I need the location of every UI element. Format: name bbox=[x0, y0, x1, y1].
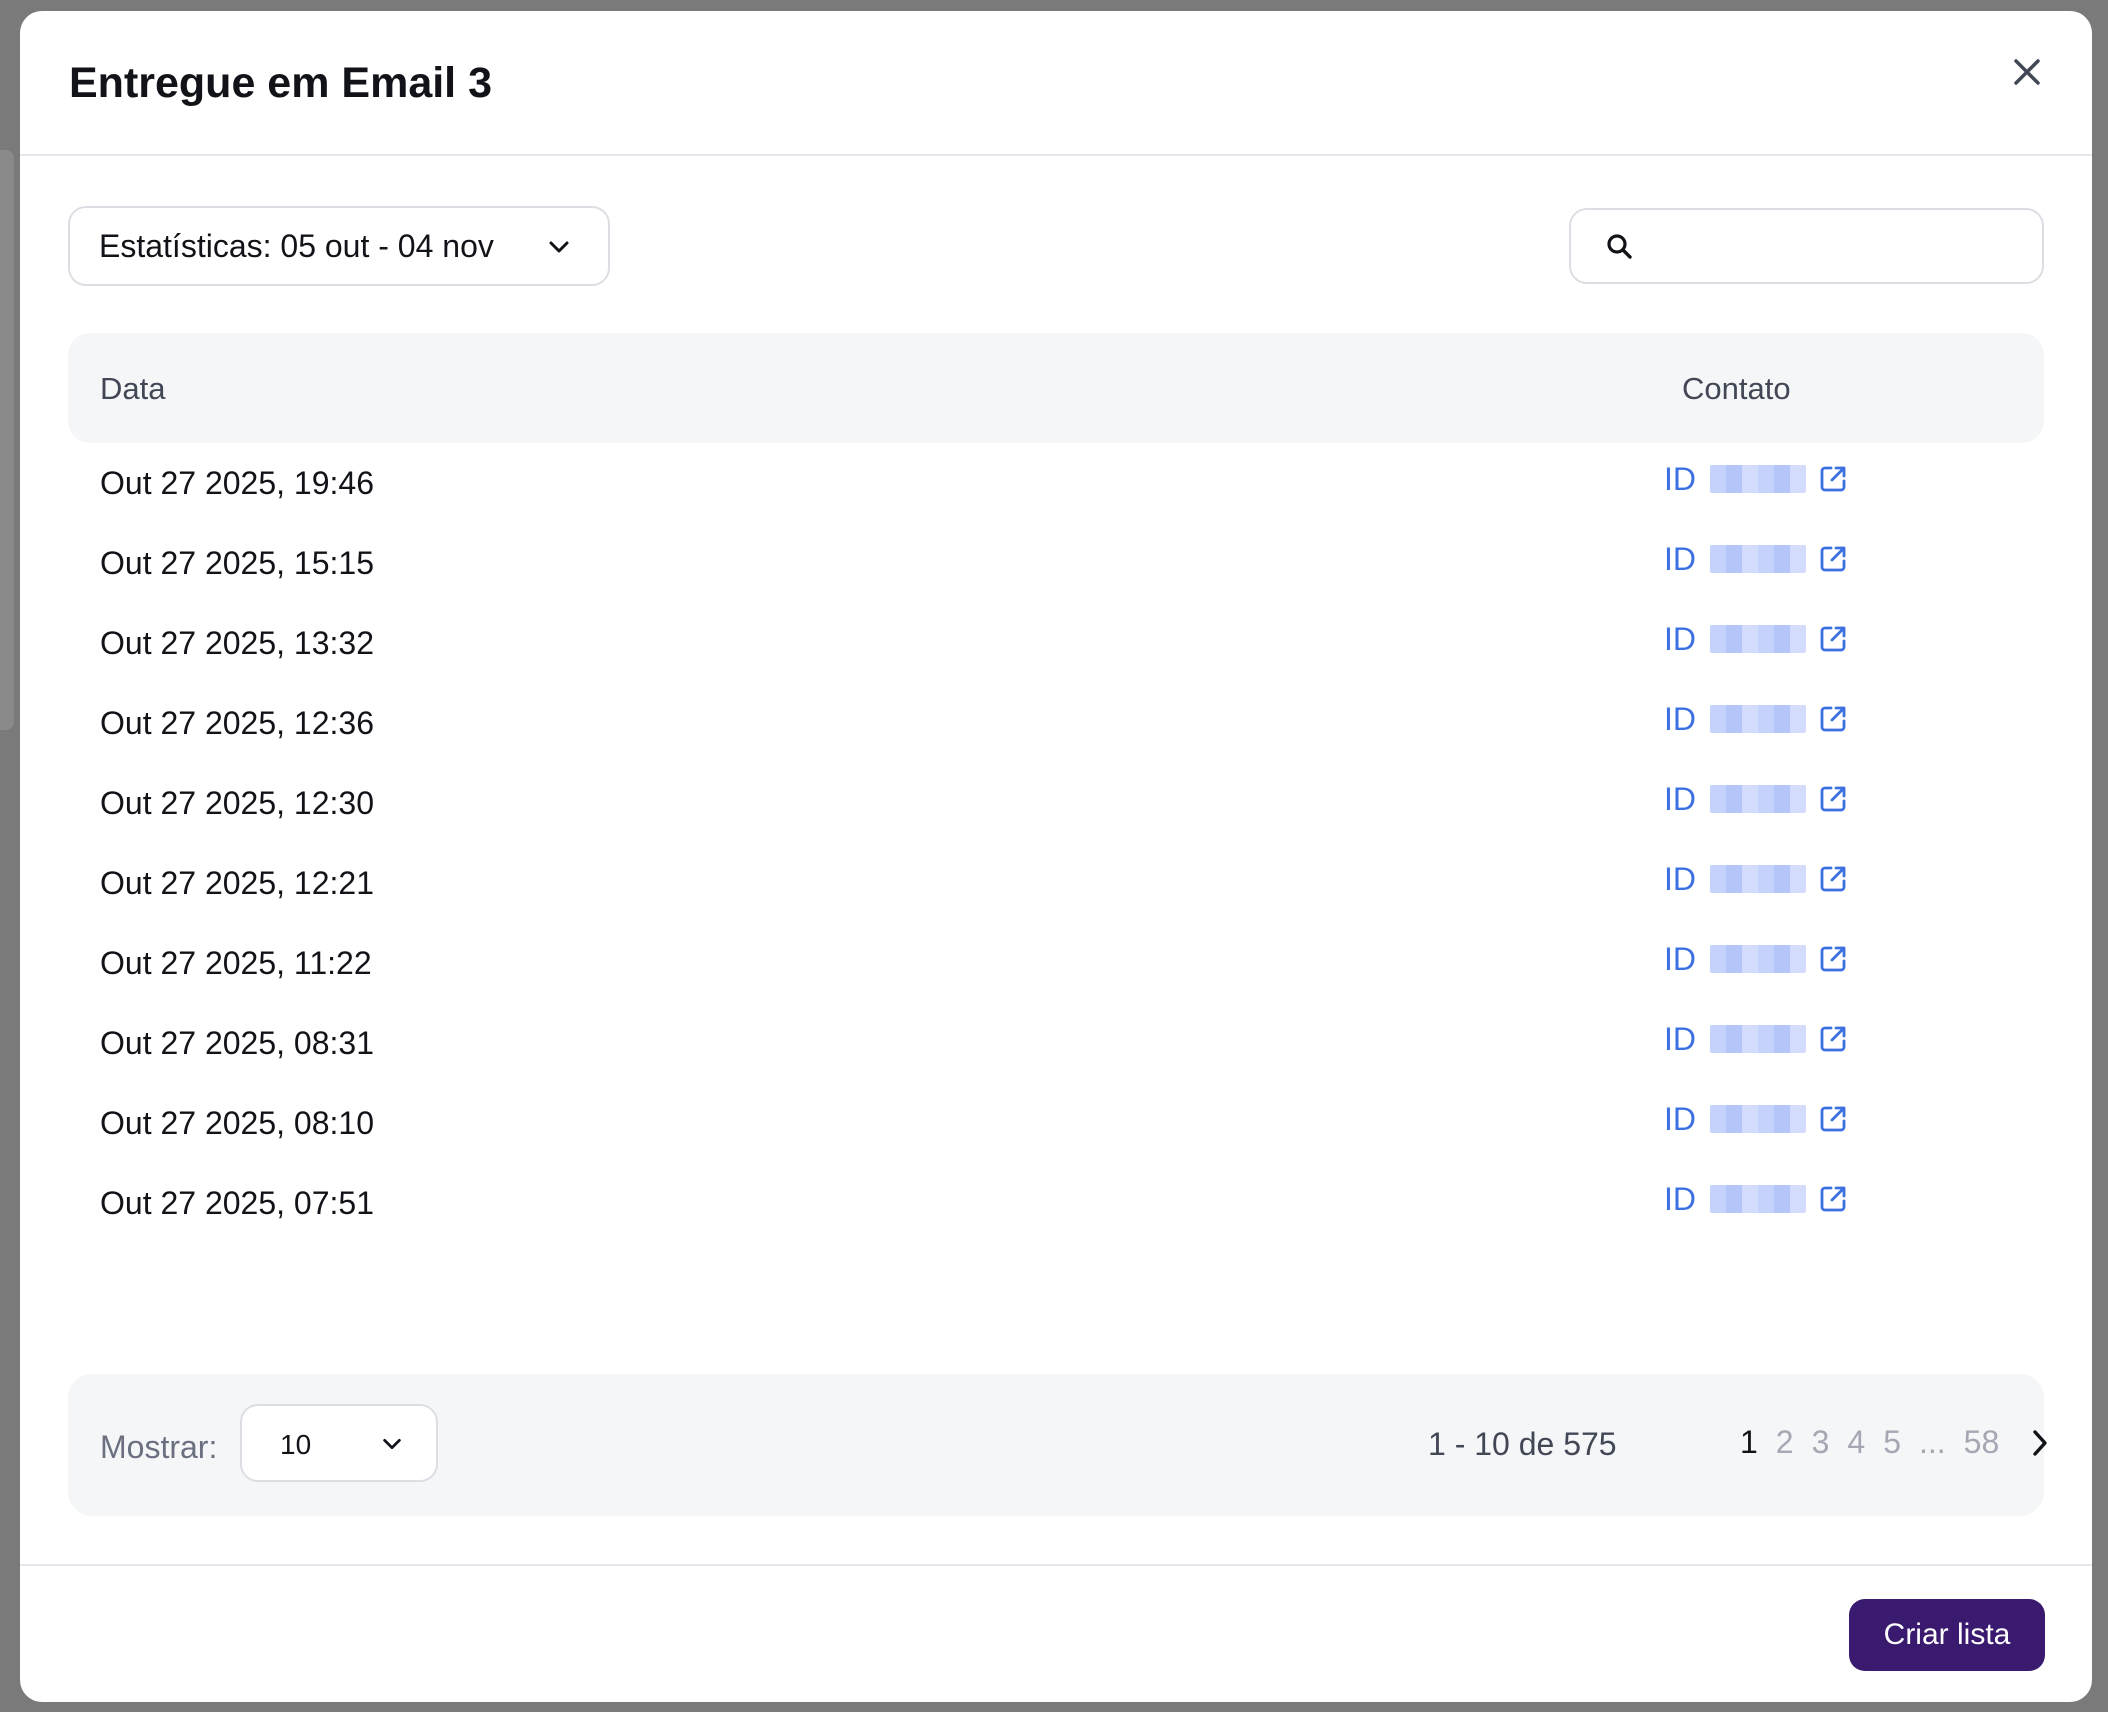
table-row: Out 27 2025, 12:21 ID bbox=[68, 843, 2044, 923]
external-link-icon bbox=[1818, 864, 1848, 894]
toolbar: Estatísticas: 05 out - 04 nov bbox=[20, 156, 2092, 286]
column-header-date: Data bbox=[100, 371, 166, 406]
contact-link[interactable]: ID bbox=[1664, 699, 1848, 739]
table-row: Out 27 2025, 12:30 ID bbox=[68, 763, 2044, 843]
contact-id-redacted bbox=[1710, 1185, 1806, 1213]
close-icon bbox=[2014, 59, 2040, 85]
contact-link[interactable]: ID bbox=[1664, 619, 1848, 659]
contact-id-label: ID bbox=[1664, 860, 1696, 897]
table-row: Out 27 2025, 07:51 ID bbox=[68, 1163, 2044, 1243]
row-date: Out 27 2025, 07:51 bbox=[100, 1185, 374, 1221]
contact-id-redacted bbox=[1710, 865, 1806, 893]
contact-id-label: ID bbox=[1664, 540, 1696, 577]
contact-id-label: ID bbox=[1664, 1180, 1696, 1217]
external-link-icon bbox=[1818, 1184, 1848, 1214]
contact-link[interactable]: ID bbox=[1664, 459, 1848, 499]
external-link-icon bbox=[1818, 544, 1848, 574]
page-2[interactable]: 2 bbox=[1776, 1424, 1794, 1461]
table-row: Out 27 2025, 12:36 ID bbox=[68, 683, 2044, 763]
contact-link[interactable]: ID bbox=[1664, 539, 1848, 579]
contact-link[interactable]: ID bbox=[1664, 1099, 1848, 1139]
row-date: Out 27 2025, 12:21 bbox=[100, 865, 374, 901]
delivered-email-modal: Entregue em Email 3 Estatísticas: 05 out… bbox=[20, 11, 2092, 1702]
modal-footer: Criar lista bbox=[20, 1564, 2092, 1702]
search-box[interactable] bbox=[1569, 208, 2044, 284]
table-row: Out 27 2025, 11:22 ID bbox=[68, 923, 2044, 1003]
page-last[interactable]: 58 bbox=[1964, 1424, 2000, 1461]
close-button[interactable] bbox=[2002, 47, 2052, 97]
row-date: Out 27 2025, 19:46 bbox=[100, 465, 374, 501]
column-header-contact: Contato bbox=[1682, 371, 1791, 406]
table-body: Out 27 2025, 19:46 ID Out 27 2025, 15:15 ID… bbox=[68, 443, 2044, 1243]
contact-id-label: ID bbox=[1664, 780, 1696, 817]
contact-id-redacted bbox=[1710, 945, 1806, 973]
page-size-select[interactable]: 10 bbox=[240, 1404, 438, 1482]
contact-id-label: ID bbox=[1664, 460, 1696, 497]
pagination: 1 2 3 4 5 ... 58 bbox=[1740, 1424, 2053, 1461]
background-panel bbox=[0, 150, 14, 730]
contact-id-redacted bbox=[1710, 465, 1806, 493]
search-input[interactable] bbox=[1651, 220, 2021, 272]
row-date: Out 27 2025, 13:32 bbox=[100, 625, 374, 661]
contact-id-label: ID bbox=[1664, 1020, 1696, 1057]
contact-id-label: ID bbox=[1664, 700, 1696, 737]
external-link-icon bbox=[1818, 464, 1848, 494]
contact-id-redacted bbox=[1710, 625, 1806, 653]
contact-id-label: ID bbox=[1664, 940, 1696, 977]
chevron-right-icon bbox=[2033, 1429, 2047, 1456]
contact-id-redacted bbox=[1710, 545, 1806, 573]
page-3[interactable]: 3 bbox=[1812, 1424, 1830, 1461]
external-link-icon bbox=[1818, 624, 1848, 654]
modal-header: Entregue em Email 3 bbox=[20, 11, 2092, 156]
contact-id-redacted bbox=[1710, 1025, 1806, 1053]
contact-link[interactable]: ID bbox=[1664, 1179, 1848, 1219]
chevron-down-icon bbox=[383, 1438, 401, 1450]
contact-id-redacted bbox=[1710, 705, 1806, 733]
contact-id-redacted bbox=[1710, 1105, 1806, 1133]
deliveries-table: Data Contato Out 27 2025, 19:46 ID Out 27 … bbox=[68, 333, 2044, 1243]
pagination-bar: Mostrar: 10 1 - 10 de 575 1 2 3 4 5 ... … bbox=[68, 1374, 2047, 1516]
date-range-label: Estatísticas: 05 out - 04 nov bbox=[99, 227, 494, 264]
contact-id-label: ID bbox=[1664, 620, 1696, 657]
page-size-label: Mostrar: bbox=[100, 1429, 218, 1465]
table-row: Out 27 2025, 19:46 ID bbox=[68, 443, 2044, 523]
create-list-button[interactable]: Criar lista bbox=[1849, 1599, 2045, 1671]
contact-link[interactable]: ID bbox=[1664, 939, 1848, 979]
table-row: Out 27 2025, 08:31 ID bbox=[68, 1003, 2044, 1083]
page-4[interactable]: 4 bbox=[1847, 1424, 1865, 1461]
next-page-button[interactable] bbox=[2027, 1428, 2053, 1458]
row-date: Out 27 2025, 08:10 bbox=[100, 1105, 374, 1141]
results-range: 1 - 10 de 575 bbox=[1428, 1426, 1617, 1462]
row-date: Out 27 2025, 15:15 bbox=[100, 545, 374, 581]
table-row: Out 27 2025, 08:10 ID bbox=[68, 1083, 2044, 1163]
page-1[interactable]: 1 bbox=[1740, 1424, 1758, 1461]
external-link-icon bbox=[1818, 784, 1848, 814]
chevron-down-icon bbox=[549, 241, 569, 253]
table-row: Out 27 2025, 13:32 ID bbox=[68, 603, 2044, 683]
search-icon bbox=[1605, 232, 1635, 267]
table-row: Out 27 2025, 15:15 ID bbox=[68, 523, 2044, 603]
page-size-value: 10 bbox=[280, 1429, 312, 1460]
external-link-icon bbox=[1818, 944, 1848, 974]
contact-link[interactable]: ID bbox=[1664, 1019, 1848, 1059]
row-date: Out 27 2025, 08:31 bbox=[100, 1025, 374, 1061]
page-5[interactable]: 5 bbox=[1883, 1424, 1901, 1461]
row-date: Out 27 2025, 11:22 bbox=[100, 945, 372, 981]
row-date: Out 27 2025, 12:30 bbox=[100, 785, 374, 821]
external-link-icon bbox=[1818, 704, 1848, 734]
page-ellipsis: ... bbox=[1918, 1424, 1946, 1460]
external-link-icon bbox=[1818, 1024, 1848, 1054]
contact-link[interactable]: ID bbox=[1664, 859, 1848, 899]
contact-id-label: ID bbox=[1664, 1100, 1696, 1137]
contact-link[interactable]: ID bbox=[1664, 779, 1848, 819]
external-link-icon bbox=[1818, 1104, 1848, 1134]
modal-title: Entregue em Email 3 bbox=[69, 59, 492, 107]
contact-id-redacted bbox=[1710, 785, 1806, 813]
table-header: Data Contato bbox=[68, 333, 2044, 443]
date-range-select[interactable]: Estatísticas: 05 out - 04 nov bbox=[68, 206, 610, 286]
row-date: Out 27 2025, 12:36 bbox=[100, 705, 374, 741]
